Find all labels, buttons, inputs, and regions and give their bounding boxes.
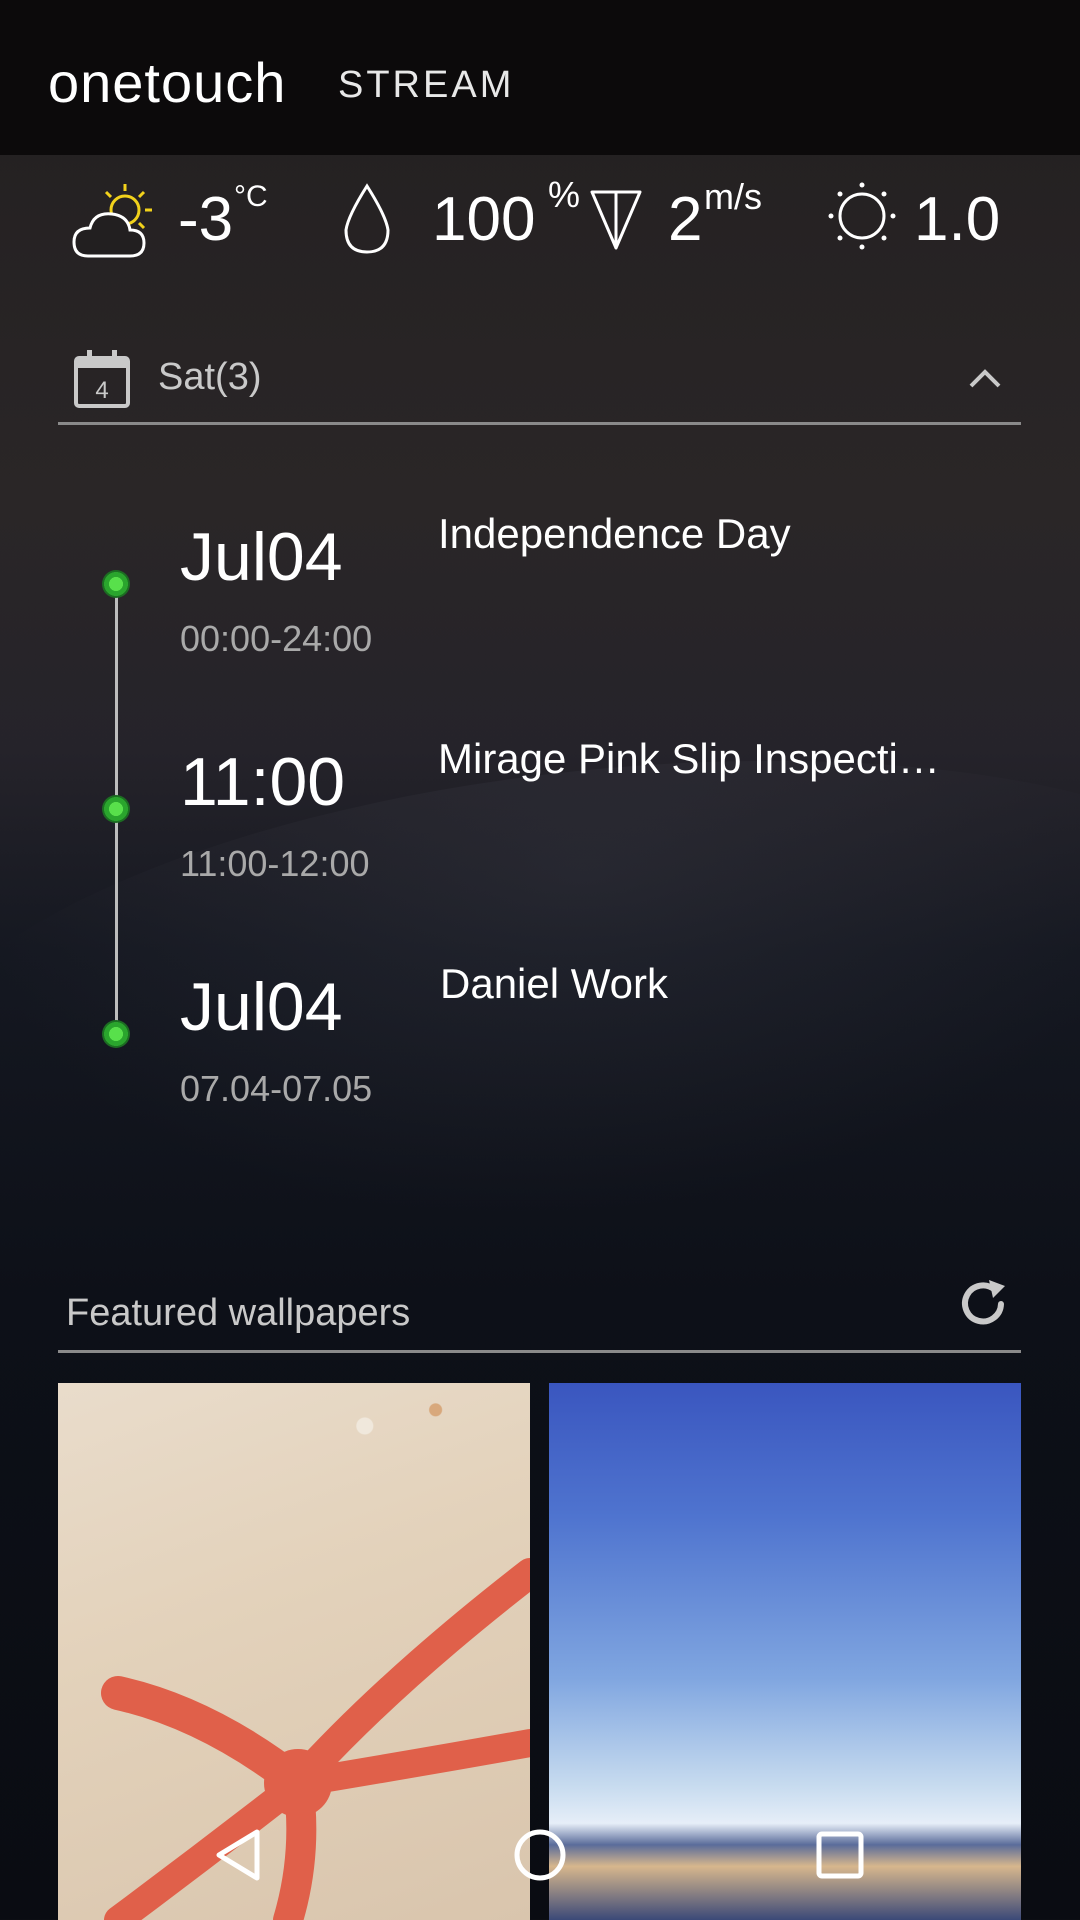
humidity-unit: %: [548, 174, 581, 215]
back-icon[interactable]: [205, 1820, 275, 1890]
temperature-value: -3: [178, 185, 234, 254]
calendar-event[interactable]: Jul04 00:00-24:00 Independence Day: [0, 500, 1080, 700]
event-range: 11:00-12:00: [180, 843, 370, 884]
event-title: Independence Day: [438, 510, 791, 557]
wallpapers-header: Featured wallpapers: [58, 1270, 1021, 1353]
system-nav-bar: [0, 1790, 1080, 1920]
brand-logo: onetouch: [48, 51, 287, 114]
humidity-widget: 100 %: [340, 170, 580, 270]
refresh-icon[interactable]: [955, 1276, 1011, 1332]
calendar-icon: 4: [74, 350, 130, 408]
temperature-widget: -3 °C: [70, 170, 290, 270]
home-icon[interactable]: [505, 1820, 575, 1890]
calendar-header[interactable]: 4 Sat(3): [58, 340, 1021, 425]
calendar-day-label: Sat(3): [158, 356, 262, 398]
uv-value: 1.0: [914, 185, 1001, 254]
partly-cloudy-icon: [72, 184, 152, 258]
app-bar: onetouch STREAM: [0, 0, 1080, 155]
event-time: Jul04: [180, 519, 343, 595]
event-dot: [102, 570, 130, 598]
uv-widget: 1.0: [826, 170, 1026, 270]
weather-row[interactable]: -3 °C 100 % 2 m/s 1.0: [0, 170, 1080, 270]
wind-unit: m/s: [704, 176, 762, 217]
wallpapers-title: Featured wallpapers: [66, 1292, 411, 1334]
wind-direction-icon: [590, 190, 642, 250]
calendar-day-badge: 4: [95, 377, 108, 404]
recents-icon[interactable]: [805, 1820, 875, 1890]
event-time: 11:00: [180, 744, 346, 820]
calendar-event[interactable]: Jul04 07.04-07.05 Daniel Work: [0, 950, 1080, 1150]
wind-widget: 2 m/s: [588, 170, 808, 270]
sun-icon: [828, 182, 896, 250]
calendar-event[interactable]: 11:00 11:00-12:00 Mirage Pink Slip Inspe…: [0, 725, 1080, 925]
event-range: 07.04-07.05: [180, 1068, 373, 1109]
event-title: Daniel Work: [440, 960, 668, 1007]
event-dot: [102, 795, 130, 823]
humidity-value: 100: [432, 185, 536, 254]
event-range: 00:00-24:00: [180, 618, 373, 659]
event-dot: [102, 1020, 130, 1048]
temperature-unit: °C: [234, 180, 268, 213]
brand-subtitle: STREAM: [338, 64, 515, 106]
event-title: Mirage Pink Slip Inspecti…: [438, 735, 940, 782]
wind-value: 2: [668, 185, 703, 254]
raindrop-icon: [344, 183, 390, 254]
chevron-up-icon[interactable]: [963, 360, 1007, 396]
event-time: Jul04: [180, 969, 343, 1045]
